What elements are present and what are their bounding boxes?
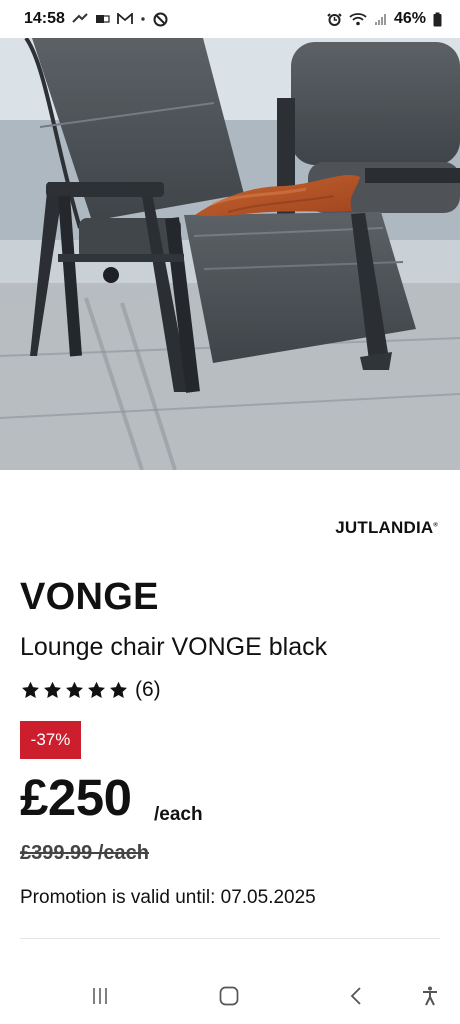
lounge-chair-image (0, 38, 460, 470)
android-navigation-bar (0, 972, 460, 1024)
product-subtitle: Lounge chair VONGE black (20, 633, 328, 661)
status-left: 14:58 (24, 10, 168, 28)
status-bar: 14:58 46% (0, 0, 460, 38)
battery-percent: 46% (393, 10, 426, 27)
current-price: £250 (20, 769, 132, 826)
divider (20, 938, 440, 939)
home-button[interactable] (205, 972, 253, 1020)
no-disturb-icon (153, 12, 168, 27)
product-title: VONGE (20, 576, 159, 618)
gmail-icon (117, 13, 133, 25)
clock: 14:58 (24, 10, 65, 27)
dot-icon (140, 13, 146, 25)
star-icon (44, 681, 61, 698)
product-image[interactable] (0, 38, 460, 470)
original-price: £399.99 /each (20, 842, 149, 864)
battery-icon (433, 12, 442, 27)
accessibility-icon (423, 986, 437, 1006)
star-icon (66, 681, 83, 698)
brand-logo: JUTLANDIA® (335, 518, 438, 538)
outlook-icon (95, 13, 110, 25)
star-icon (88, 681, 105, 698)
alarm-icon (327, 12, 342, 27)
back-chevron-icon (350, 987, 361, 1005)
status-right: 46% (327, 10, 442, 28)
star-icon (22, 681, 39, 698)
network-arrow-icon (72, 13, 88, 25)
star-icon (110, 681, 127, 698)
discount-badge: -37% (20, 721, 81, 759)
recent-apps-button[interactable] (76, 972, 124, 1020)
rating-stars (20, 680, 129, 701)
promotion-validity: Promotion is valid until: 07.05.2025 (20, 887, 316, 908)
back-button[interactable] (333, 972, 381, 1020)
home-icon (219, 986, 239, 1006)
price-unit: /each (154, 804, 203, 825)
signal-icon (374, 13, 387, 26)
accessibility-button[interactable] (406, 972, 454, 1020)
wifi-icon (349, 12, 367, 26)
review-count[interactable]: (6) (135, 678, 161, 702)
brand-trademark: ® (433, 522, 438, 529)
brand-name: JUTLANDIA (335, 518, 434, 537)
recent-apps-icon (93, 988, 107, 1004)
product-rating[interactable]: (6) (20, 678, 161, 702)
